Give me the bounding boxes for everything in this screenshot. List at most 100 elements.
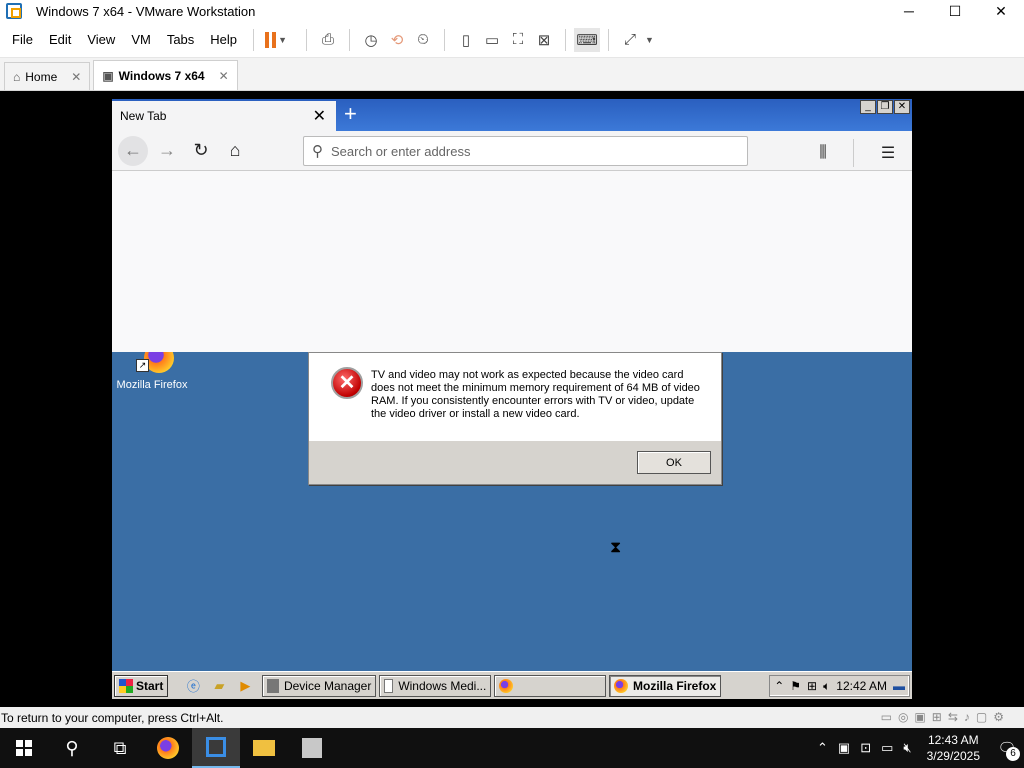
search-icon: ⚲: [65, 737, 79, 758]
guest-clock[interactable]: 12:42 AM: [836, 679, 887, 693]
usb-icon[interactable]: ⇆: [948, 710, 958, 724]
host-title-bar: Windows 7 x64 - VMware Workstation ─ ☐ ✕: [0, 0, 1024, 22]
stretch-guest-button[interactable]: ⤢: [617, 28, 643, 52]
show-library-button[interactable]: ▯: [453, 28, 479, 52]
show-hidden-icons-icon[interactable]: ⌃: [774, 679, 784, 693]
media-player-icon[interactable]: ▶: [236, 677, 254, 695]
home-icon: ⌂: [229, 140, 241, 160]
firefox-taskbar-button[interactable]: [144, 728, 192, 768]
show-desktop-icon[interactable]: ▬: [893, 679, 905, 693]
meet-now-icon[interactable]: ▣: [838, 740, 850, 756]
desktop-icon-label: Mozilla Firefox: [116, 379, 188, 391]
tab-close-icon[interactable]: ✕: [71, 70, 81, 84]
firefox-minimize-button[interactable]: _: [860, 100, 876, 114]
start-button[interactable]: Start: [114, 674, 169, 697]
minimize-button[interactable]: ─: [886, 0, 932, 22]
home-button[interactable]: ⌂: [220, 136, 250, 166]
firefox-content-area[interactable]: [112, 171, 912, 352]
address-bar[interactable]: ⚲ Search or enter address: [303, 136, 748, 166]
firefox-tab[interactable]: New Tab ✕: [112, 101, 336, 131]
menu-file[interactable]: File: [4, 32, 41, 47]
tab-close-icon[interactable]: ✕: [313, 106, 326, 126]
menu-help[interactable]: Help: [202, 32, 245, 47]
stretch-icon: ⤢: [624, 31, 637, 48]
menu-vm[interactable]: VM: [123, 32, 159, 47]
revert-snapshot-icon: ⟲: [390, 31, 404, 49]
windows-start-button[interactable]: [0, 728, 48, 768]
action-icon[interactable]: ⊡: [860, 740, 871, 756]
console-view-button[interactable]: ⌨: [574, 27, 601, 52]
task-firefox-untitled[interactable]: [494, 674, 607, 697]
forward-button[interactable]: →: [152, 136, 182, 166]
firefox-close-button[interactable]: ✕: [894, 100, 910, 114]
cd-drive-icon[interactable]: ◎: [898, 710, 908, 724]
library-button[interactable]: ⫼: [809, 141, 837, 165]
floppy-icon[interactable]: ▣: [914, 710, 925, 724]
guest-screen[interactable]: ↗ Mozilla Firefox New Tab ✕ + _ ❐ ✕ ← →: [112, 99, 912, 699]
search-button[interactable]: ⚲: [48, 728, 96, 768]
task-mozilla-firefox[interactable]: Mozilla Firefox: [609, 674, 722, 697]
tab-home[interactable]: ⌂ Home ✕: [4, 62, 91, 90]
chevron-down-icon: ▼: [278, 34, 287, 45]
guest-taskbar: Start ⓔ ▰ ▶ Device Manager Windows Medi.…: [112, 671, 912, 699]
volume-icon[interactable]: 🔈︎: [823, 679, 830, 694]
toolbar-separator: [306, 28, 308, 51]
menu-button[interactable]: ☰: [874, 141, 902, 165]
file-explorer-button[interactable]: [240, 728, 288, 768]
settings-icon[interactable]: ⚙: [993, 710, 1004, 724]
close-button[interactable]: ✕: [978, 0, 1024, 22]
network-icon[interactable]: ▭: [881, 740, 893, 756]
show-hidden-icons-icon[interactable]: ⌃: [817, 740, 828, 756]
console-icon: ⌨: [576, 31, 598, 49]
snapshot-manager-button[interactable]: ⏲: [410, 28, 436, 52]
dialog-body: ✕ TV and video may not work as expected …: [309, 353, 721, 441]
action-center-button[interactable]: 🗨︎ 6: [990, 728, 1024, 768]
firefox-restore-button[interactable]: ❐: [877, 100, 893, 114]
maximize-button[interactable]: ☐: [932, 0, 978, 22]
sound-card-icon[interactable]: ♪: [964, 710, 970, 724]
full-screen-button[interactable]: ⛶: [505, 28, 531, 52]
tab-windows-7-x64[interactable]: ▣ Windows 7 x64 ✕: [93, 60, 238, 90]
vmware-taskbar-button[interactable]: [192, 728, 240, 768]
task-device-manager[interactable]: Device Manager: [262, 674, 377, 697]
menu-tabs[interactable]: Tabs: [159, 32, 202, 47]
menu-edit[interactable]: Edit: [41, 32, 79, 47]
error-dialog: ✕ TV and video may not work as expected …: [308, 352, 722, 485]
back-button[interactable]: ←: [118, 135, 148, 166]
new-tab-button[interactable]: +: [344, 103, 357, 125]
folder-icon[interactable]: ▰: [210, 677, 228, 695]
display-icon[interactable]: ▢: [976, 710, 987, 724]
task-label: Device Manager: [283, 678, 372, 693]
address-placeholder: Search or enter address: [331, 143, 471, 159]
host-clock[interactable]: 12:43 AM 3/29/2025: [927, 732, 980, 764]
hard-disk-icon[interactable]: ▭: [881, 710, 892, 724]
pause-button[interactable]: ▼: [262, 28, 288, 52]
task-windows-media[interactable]: Windows Medi...: [379, 674, 492, 697]
toolbar-separator: [444, 28, 446, 51]
firefox-icon: [499, 678, 514, 693]
vm-console[interactable]: ↗ Mozilla Firefox New Tab ✕ + _ ❐ ✕ ← →: [0, 91, 1024, 707]
chevron-down-icon[interactable]: ▼: [645, 35, 654, 45]
thumbnail-bar-button[interactable]: ▭: [479, 28, 505, 52]
take-snapshot-button[interactable]: ◷: [358, 28, 384, 52]
firefox-icon: [157, 737, 179, 759]
menu-toolbar: File Edit View VM Tabs Help ▼ ⎙ ◷ ⟲ ⏲ ▯ …: [0, 22, 1024, 58]
network-icon[interactable]: ⊞: [807, 679, 817, 693]
reload-button[interactable]: ↻: [186, 136, 216, 166]
vm-tab-strip: ⌂ Home ✕ ▣ Windows 7 x64 ✕: [0, 58, 1024, 91]
device-status-icons: ▭ ◎ ▣ ⊞ ⇆ ♪ ▢ ⚙: [881, 710, 1004, 724]
shortcut-arrow-icon: ↗: [136, 359, 149, 372]
volume-muted-icon[interactable]: 🔇︎: [903, 740, 911, 756]
internet-explorer-icon[interactable]: ⓔ: [184, 677, 202, 695]
network-adapter-icon[interactable]: ⊞: [932, 710, 942, 724]
tab-close-icon[interactable]: ✕: [219, 69, 229, 83]
menu-view[interactable]: View: [79, 32, 123, 47]
unity-button[interactable]: ⊠: [531, 28, 557, 52]
task-view-button[interactable]: ⧉: [96, 728, 144, 768]
revert-snapshot-button[interactable]: ⟲: [384, 28, 410, 52]
app-taskbar-button[interactable]: [288, 728, 336, 768]
flag-icon[interactable]: ⚑: [790, 679, 801, 693]
send-ctrl-alt-del-button[interactable]: ⎙: [315, 28, 341, 52]
ok-button[interactable]: OK: [637, 451, 711, 474]
firefox-nav-bar: ← → ↻ ⌂ ⚲ Search or enter address ⫼ ☰: [112, 131, 912, 171]
